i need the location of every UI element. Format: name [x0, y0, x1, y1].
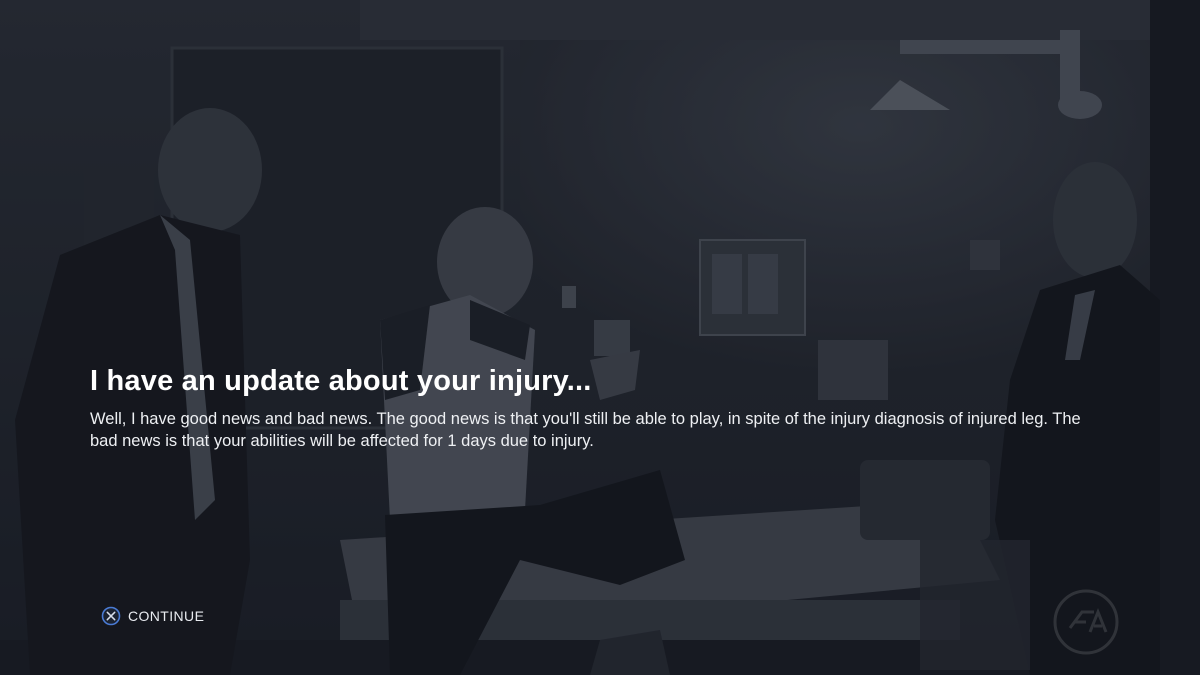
dim-overlay	[0, 0, 1200, 675]
continue-label: CONTINUE	[128, 608, 205, 624]
continue-button[interactable]: CONTINUE	[101, 606, 204, 626]
injury-update-dialog: I have an update about your injury... We…	[90, 362, 1100, 452]
dialog-message: Well, I have good news and bad news. The…	[90, 410, 1081, 450]
ea-logo-watermark	[1052, 588, 1120, 656]
background-scene	[0, 0, 1200, 675]
cross-button-icon	[101, 606, 121, 626]
dialog-title: I have an update about your injury...	[90, 365, 592, 397]
